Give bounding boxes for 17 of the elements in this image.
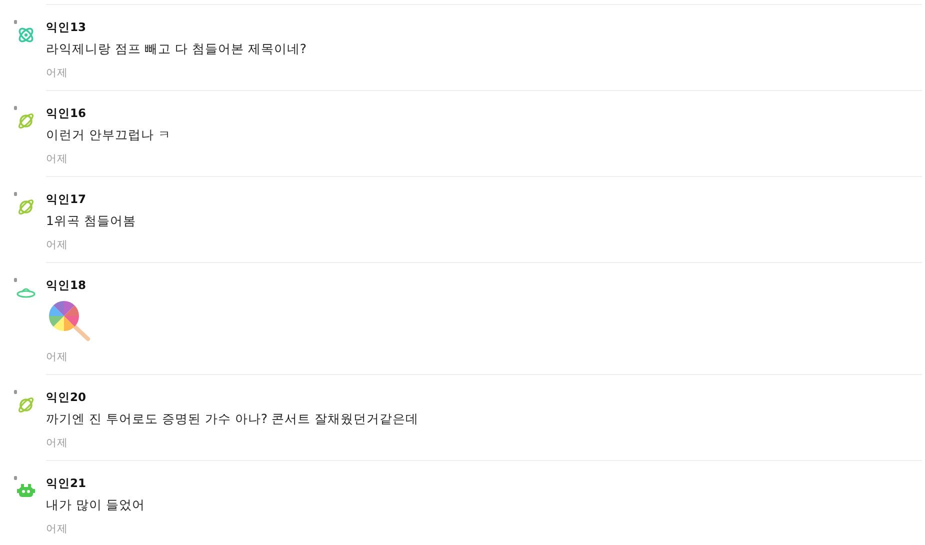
comment-time: 어제 [46,522,69,536]
author-name: 익인13 [46,19,88,36]
author-name: 익인21 [46,475,88,492]
comment-text: 까기엔 진 투어로도 증명된 가수 아나? 콘서트 잘채웠던거같은데 [46,410,420,428]
comment-time: 어제 [46,436,69,450]
comment-text: 1위곡 첨들어봄 [46,212,137,230]
comment-time: 어제 [46,350,69,364]
author-name: 익인18 [46,277,88,294]
comment-text: 이런거 안부끄럽나 ㅋ [46,126,172,144]
author-name: 익인16 [46,105,88,122]
comment-time: 어제 [46,66,69,80]
comment-text: 내가 많이 들었어 [46,496,146,514]
author-name: 익인17 [46,191,88,208]
comment-text: 라익제니랑 점프 빼고 다 첨들어본 제목이네? [46,40,308,58]
author-name: 익인20 [46,389,88,406]
comment-time: 어제 [46,238,69,252]
comment-time: 어제 [46,152,69,166]
